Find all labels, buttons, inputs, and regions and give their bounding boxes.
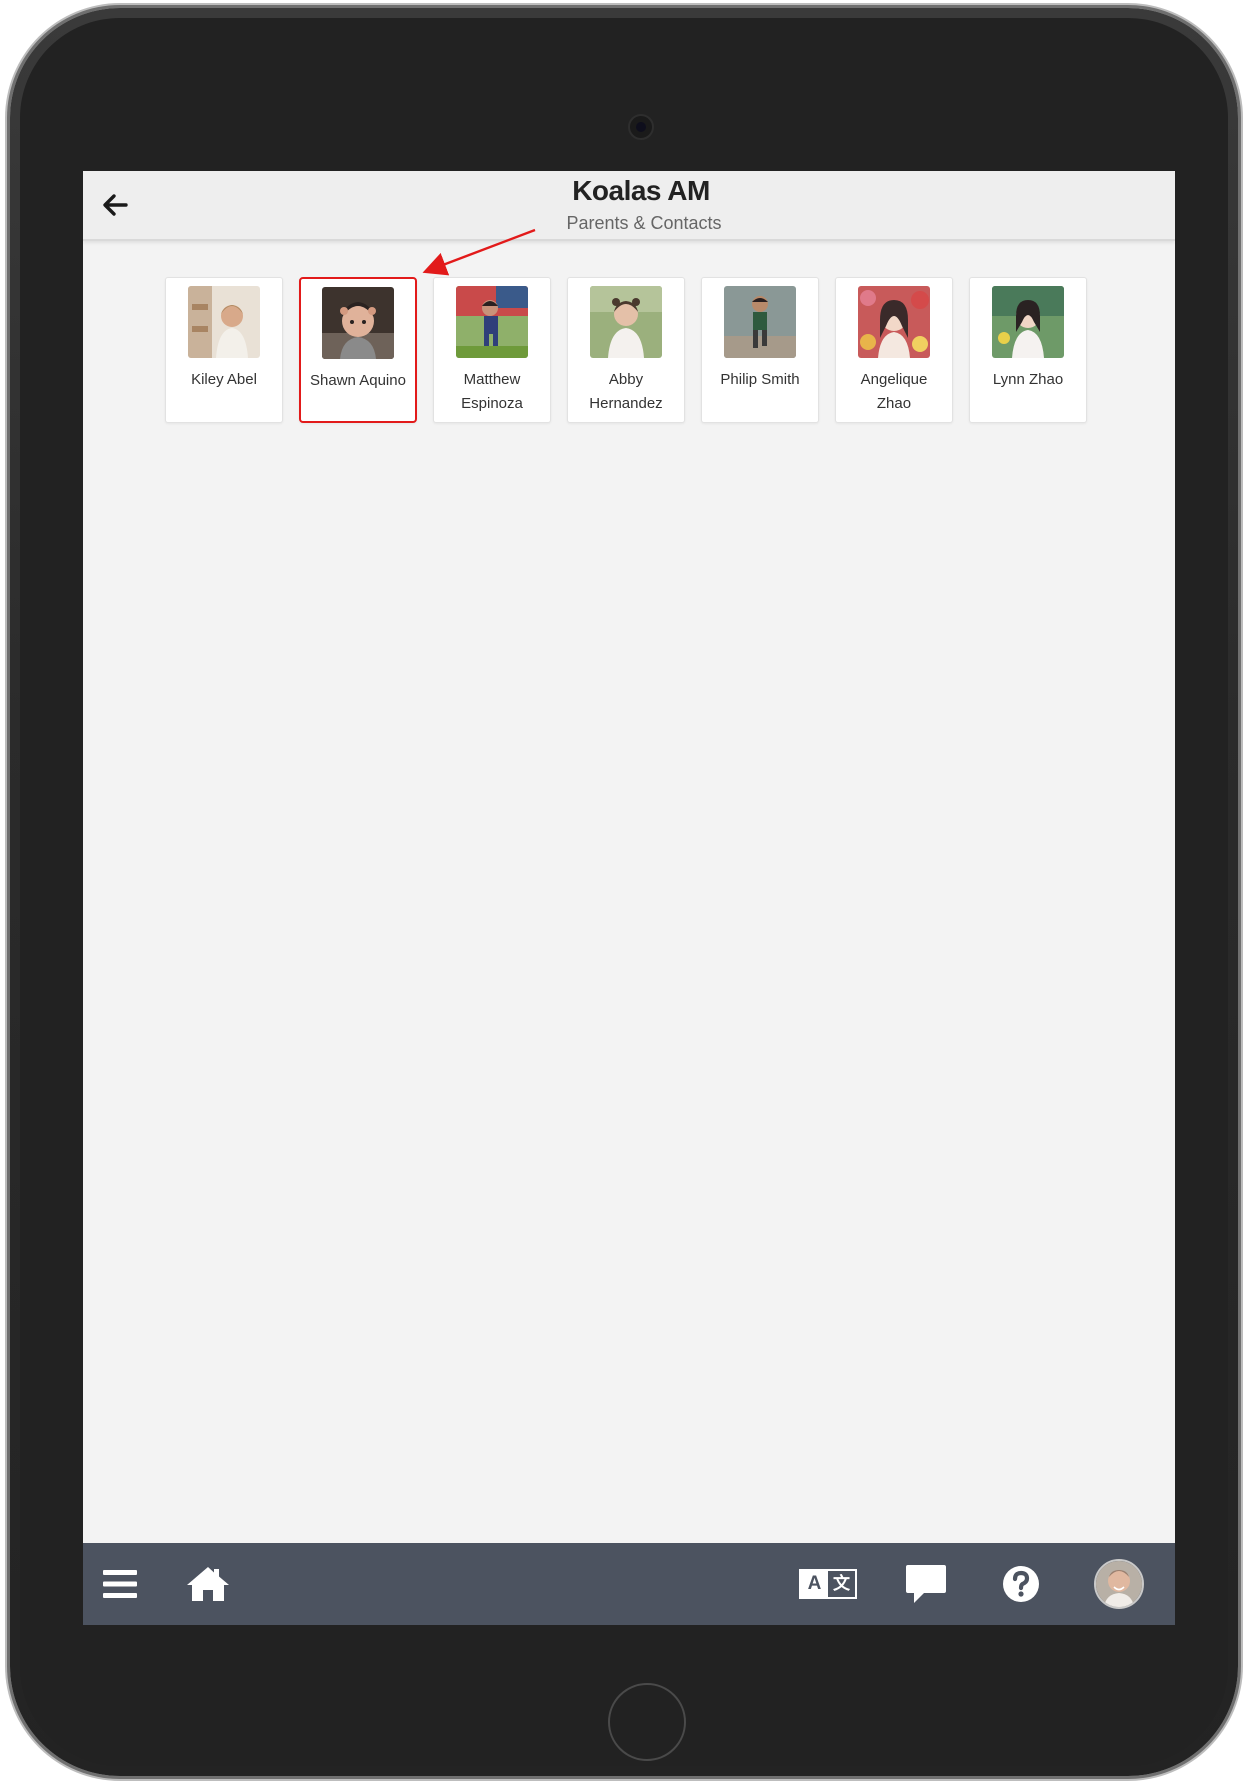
student-card[interactable]: Philip Smith <box>701 277 819 423</box>
student-card[interactable]: Matthew Espinoza <box>433 277 551 423</box>
user-avatar-image <box>1096 1561 1142 1607</box>
menu-button[interactable] <box>95 1543 145 1625</box>
student-card[interactable]: Abby Hernandez <box>567 277 685 423</box>
annotation-arrow-line <box>422 228 536 276</box>
app-screen: Koalas AM Parents & Contacts Kiley Abel <box>83 171 1175 1625</box>
menu-icon <box>103 1570 137 1598</box>
student-name: Philip Smith <box>720 371 800 388</box>
help-button[interactable] <box>996 1543 1046 1625</box>
chat-button[interactable] <box>901 1543 951 1625</box>
student-card[interactable]: Angelique Zhao <box>835 277 953 423</box>
user-profile-button[interactable] <box>1091 1543 1147 1625</box>
student-card-selected[interactable]: Shawn Aquino <box>299 277 417 423</box>
student-photo <box>322 287 394 359</box>
student-name: Shawn Aquino <box>310 372 406 389</box>
student-card[interactable]: Lynn Zhao <box>969 277 1087 423</box>
student-photo <box>590 286 662 358</box>
front-camera <box>628 114 654 140</box>
student-name: Matthew Espinoza <box>461 371 523 412</box>
translate-icon: A 文 <box>799 1569 857 1599</box>
home-icon <box>187 1567 229 1601</box>
home-button[interactable] <box>183 1543 233 1625</box>
student-card[interactable]: Kiley Abel <box>165 277 283 423</box>
translate-glyph-right: 文 <box>833 1574 850 1594</box>
student-name: Lynn Zhao <box>992 371 1064 388</box>
student-photo <box>456 286 528 358</box>
student-photo <box>858 286 930 358</box>
translate-button[interactable]: A 文 <box>797 1543 859 1625</box>
student-name: Angelique Zhao <box>860 371 928 412</box>
student-photo <box>724 286 796 358</box>
bottom-toolbar: A 文 <box>83 1543 1175 1625</box>
hardware-home-button[interactable] <box>608 1683 686 1761</box>
translate-glyph-left: A <box>801 1571 828 1597</box>
student-name: Abby Hernandez <box>589 371 663 412</box>
help-icon <box>1003 1566 1039 1602</box>
user-avatar <box>1094 1559 1144 1609</box>
chat-icon <box>906 1565 946 1603</box>
student-list: Kiley Abel Shawn Aquino Matthew Espinoza… <box>165 277 1087 423</box>
student-photo <box>992 286 1064 358</box>
student-photo <box>188 286 260 358</box>
student-name: Kiley Abel <box>191 371 257 388</box>
